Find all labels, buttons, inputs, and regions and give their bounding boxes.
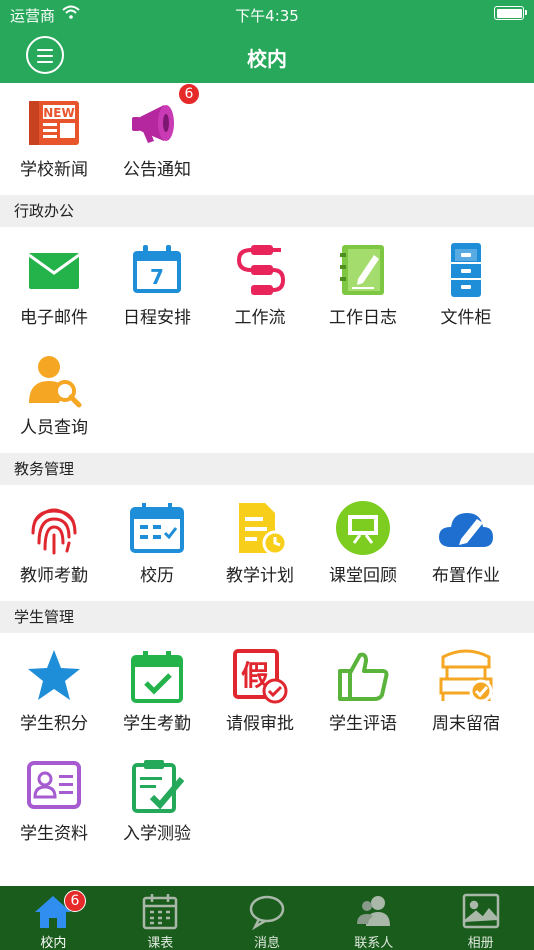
menu-item-person-search[interactable]: 人员查询 — [1, 343, 103, 453]
menu-item-class-review[interactable]: 课堂回顾 — [310, 491, 412, 601]
clipboard-check-icon — [128, 757, 186, 815]
menu-item-student-points[interactable]: 学生积分 — [1, 639, 103, 749]
menu-item-label: 学校新闻 — [20, 160, 88, 180]
tab-label: 消息 — [253, 936, 280, 950]
menu-item-label: 工作日志 — [329, 308, 397, 328]
menu-item-workflow[interactable]: 工作流 — [207, 233, 309, 343]
menu-item-label: 工作流 — [234, 308, 286, 328]
menu-item-label: 布置作业 — [432, 566, 500, 586]
section-header-academic: 教务管理 — [0, 453, 534, 485]
person-search-icon — [25, 351, 83, 409]
cabinet-icon — [437, 241, 495, 299]
section-header-admin: 行政办公 — [0, 195, 534, 227]
menu-item-email[interactable]: 电子邮件 — [1, 233, 103, 343]
check-calendar-icon — [128, 647, 186, 705]
menu-item-assign-homework[interactable]: 布置作业 — [413, 491, 515, 601]
section-grid-students: 学生积分 学生考勤 假 请假审批 学生评语 周末留宿 学生资料 入学测验 — [0, 633, 534, 859]
album-icon — [461, 892, 501, 930]
notification-badge: 6 — [178, 83, 200, 105]
classroom-icon — [334, 499, 392, 557]
menu-item-label: 入学测验 — [123, 824, 191, 844]
news-icon: NEW — [25, 93, 83, 151]
clock: 下午4:35 — [235, 7, 299, 25]
menu-item-student-comments[interactable]: 学生评语 — [310, 639, 412, 749]
menu-item-announcements[interactable]: 6 公告通知 — [104, 83, 206, 195]
contacts-icon — [354, 892, 394, 930]
tab-label: 联系人 — [354, 936, 394, 950]
svg-text:7: 7 — [150, 265, 164, 289]
menu-item-label: 学生资料 — [20, 824, 88, 844]
tab-badge: 6 — [64, 890, 86, 912]
menu-item-file-cabinet[interactable]: 文件柜 — [413, 233, 515, 343]
thumbs-up-icon — [334, 647, 392, 705]
menu-item-teaching-plan[interactable]: 教学计划 — [207, 491, 309, 601]
menu-item-label: 校历 — [140, 566, 174, 586]
menu-item-label: 日程安排 — [123, 308, 191, 328]
page-title: 校内 — [247, 47, 287, 71]
menu-item-school-calendar[interactable]: 校历 — [104, 491, 206, 601]
menu-item-label: 教师考勤 — [20, 566, 88, 586]
menu-item-label: 教学计划 — [226, 566, 294, 586]
id-card-icon — [25, 757, 83, 815]
navigation-bar: 校内 — [0, 28, 534, 83]
tab-timetable[interactable]: 课表 — [107, 886, 214, 950]
tab-messages[interactable]: 消息 — [214, 886, 321, 950]
menu-item-label: 学生考勤 — [123, 714, 191, 734]
cloud-edit-icon — [437, 499, 495, 557]
fingerprint-icon — [25, 499, 83, 557]
menu-item-student-profile[interactable]: 学生资料 — [1, 749, 103, 859]
calendar-icon: 7 — [128, 241, 186, 299]
section-grid-top: NEW 学校新闻 6 公告通知 — [0, 83, 534, 195]
tab-campus[interactable]: 6 校内 — [0, 886, 107, 950]
section-grid-academic: 教师考勤 校历 教学计划 课堂回顾 布置作业 — [0, 485, 534, 601]
menu-item-leave-approval[interactable]: 假 请假审批 — [207, 639, 309, 749]
tab-label: 相册 — [467, 936, 494, 950]
battery-icon — [494, 6, 527, 20]
mail-icon — [25, 241, 83, 299]
tab-label: 课表 — [147, 936, 174, 950]
menu-item-school-news[interactable]: NEW 学校新闻 — [1, 85, 103, 195]
tab-label: 校内 — [40, 936, 67, 950]
section-header-students: 学生管理 — [0, 601, 534, 633]
menu-item-label: 课堂回顾 — [329, 566, 397, 586]
svg-text:NEW: NEW — [43, 106, 74, 120]
tab-contacts[interactable]: 联系人 — [320, 886, 427, 950]
menu-item-label: 电子邮件 — [20, 308, 88, 328]
menu-item-label: 人员查询 — [20, 418, 88, 438]
workflow-icon — [231, 241, 289, 299]
plan-icon — [231, 499, 289, 557]
menu-item-label: 学生评语 — [329, 714, 397, 734]
chat-icon — [247, 892, 287, 930]
menu-item-label: 周末留宿 — [432, 714, 500, 734]
status-bar: 运营商 下午4:35 — [0, 0, 534, 28]
tab-album[interactable]: 相册 — [427, 886, 534, 950]
bed-icon — [437, 647, 495, 705]
menu-item-label: 文件柜 — [440, 308, 492, 328]
star-icon — [25, 647, 83, 705]
menu-item-teacher-attendance[interactable]: 教师考勤 — [1, 491, 103, 601]
menu-item-student-attendance[interactable]: 学生考勤 — [104, 639, 206, 749]
school-calendar-icon — [128, 499, 186, 557]
menu-item-label: 公告通知 — [123, 160, 191, 180]
menu-item-weekend-stay[interactable]: 周末留宿 — [413, 639, 515, 749]
notebook-icon — [334, 241, 392, 299]
leave-icon: 假 — [231, 647, 289, 705]
tab-bar: 6 校内 课表 消息 联系人 相册 — [0, 886, 534, 950]
section-grid-admin: 电子邮件 7 日程安排 工作流 工作日志 文件柜 人员查询 — [0, 227, 534, 453]
menu-item-schedule[interactable]: 7 日程安排 — [104, 233, 206, 343]
main-content[interactable]: NEW 学校新闻 6 公告通知 行政办公 电子邮件 7 日程安排 工作流 工作日… — [0, 83, 534, 886]
menu-item-entrance-test[interactable]: 入学测验 — [104, 749, 206, 859]
timetable-icon — [140, 892, 180, 930]
megaphone-icon — [128, 93, 186, 151]
menu-item-label: 学生积分 — [20, 714, 88, 734]
menu-item-work-log[interactable]: 工作日志 — [310, 233, 412, 343]
menu-item-label: 请假审批 — [226, 714, 294, 734]
